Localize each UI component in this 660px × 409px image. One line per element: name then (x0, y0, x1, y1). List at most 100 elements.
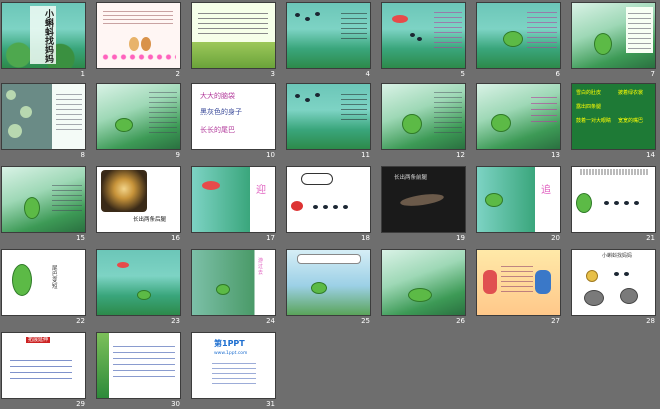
slide-number: 29 (76, 400, 85, 408)
slide-thumb-11[interactable]: 11 (287, 84, 370, 159)
slide-thumb-4[interactable]: 4 (287, 3, 370, 78)
slide-thumb-5[interactable]: 5 (382, 3, 465, 78)
slide-8-preview (2, 84, 85, 149)
slide-number: 6 (555, 70, 560, 78)
slide-number: 23 (171, 317, 180, 325)
slide-number: 10 (266, 151, 275, 159)
slide-number: 19 (456, 234, 465, 242)
slide-thumb-25[interactable]: 25 (287, 250, 370, 325)
slide-thumb-8[interactable]: 8 (2, 84, 85, 159)
slide-number: 22 (76, 317, 85, 325)
slide-thumb-1[interactable]: 小蝌蚪找妈妈 1 (2, 3, 85, 78)
slide-thumb-6[interactable]: 6 (477, 3, 560, 78)
slide-13-preview (477, 84, 560, 149)
slide-22-preview: 尾巴变短 (2, 250, 85, 315)
slide-number: 25 (361, 317, 370, 325)
slide-10-line-3: 长长的尾巴 (200, 126, 235, 134)
slide-31-logo: 第1PPT (214, 339, 245, 348)
slide-5-preview (382, 3, 465, 68)
slide-number: 24 (266, 317, 275, 325)
slide-number: 4 (365, 70, 370, 78)
slide-7-preview (572, 3, 655, 68)
slide-thumb-10[interactable]: 大大的脑袋 黑灰色的身子 长长的尾巴 10 (192, 84, 275, 159)
slide-number: 8 (80, 151, 85, 159)
slide-thumb-17[interactable]: 迎 17 (192, 167, 275, 242)
slide-thumb-31[interactable]: 第1PPT www.1ppt.com 31 (192, 333, 275, 408)
slide-thumb-9[interactable]: 9 (97, 84, 180, 159)
slide-number: 9 (175, 151, 180, 159)
slide-22-caption: 尾巴变短 (52, 266, 58, 290)
slide-thumb-19[interactable]: 长出两条前腿 19 (382, 167, 465, 242)
slide-19-preview: 长出两条前腿 (382, 167, 465, 232)
slide-1-title: 小蝌蚪找妈妈 (43, 9, 53, 63)
slide-number: 13 (551, 151, 560, 159)
slide-24-mark: 游过去 (258, 258, 264, 276)
slide-10-line-1: 大大的脑袋 (200, 92, 235, 100)
slide-2-preview (97, 3, 180, 68)
slide-14-cell-2: 披着绿衣裳 (618, 90, 644, 96)
slide-10-line-2: 黑灰色的身子 (200, 108, 242, 116)
slide-number: 17 (266, 234, 275, 242)
slide-28-preview: 小蝌蚪找妈妈 (572, 250, 655, 315)
slide-9-preview (97, 84, 180, 149)
slide-thumb-3[interactable]: 3 (192, 3, 275, 78)
slide-19-caption: 长出两条前腿 (394, 175, 428, 181)
slide-number: 20 (551, 234, 560, 242)
slide-number: 11 (361, 151, 370, 159)
slide-14-cell-4: 鼓着一对大眼睛 (576, 118, 612, 124)
slide-16-preview: 长出两条后腿 (97, 167, 180, 232)
slide-4-preview (287, 3, 370, 68)
slide-14-preview: 雪白的肚皮 披着绿衣裳 露出四条腿 鼓着一对大眼睛 宽宽的嘴巴 (572, 84, 655, 149)
slide-thumb-12[interactable]: 12 (382, 84, 465, 159)
slide-29-preview: 拓展延伸 (2, 333, 85, 398)
slide-26-preview (382, 250, 465, 315)
slide-thumb-23[interactable]: 23 (97, 250, 180, 325)
slide-number: 2 (175, 70, 180, 78)
slide-17-mark: 迎 (256, 185, 266, 196)
slide-thumb-30[interactable]: 30 (97, 333, 180, 408)
slide-number: 3 (270, 70, 275, 78)
slide-31-url: www.1ppt.com (214, 351, 248, 356)
slide-thumb-24[interactable]: 游过去 24 (192, 250, 275, 325)
slide-number: 27 (551, 317, 560, 325)
slide-thumb-27[interactable]: 27 (477, 250, 560, 325)
slide-number: 21 (646, 234, 655, 242)
slide-number: 28 (646, 317, 655, 325)
slide-thumb-16[interactable]: 长出两条后腿 16 (97, 167, 180, 242)
slide-thumb-20[interactable]: 追 20 (477, 167, 560, 242)
slide-15-preview (2, 167, 85, 232)
slide-14-cell-1: 雪白的肚皮 (576, 90, 602, 96)
slide-number: 7 (650, 70, 655, 78)
slide-11-preview (287, 84, 370, 149)
slide-31-preview: 第1PPT www.1ppt.com (192, 333, 275, 398)
slide-number: 26 (456, 317, 465, 325)
slide-10-preview: 大大的脑袋 黑灰色的身子 长长的尾巴 (192, 84, 275, 149)
slide-17-preview: 迎 (192, 167, 275, 232)
slide-thumb-18[interactable]: 18 (287, 167, 370, 242)
slide-thumb-21[interactable]: 21 (572, 167, 655, 242)
slide-thumb-14[interactable]: 雪白的肚皮 披着绿衣裳 露出四条腿 鼓着一对大眼睛 宽宽的嘴巴 14 (572, 84, 655, 159)
slide-thumb-26[interactable]: 26 (382, 250, 465, 325)
slide-number: 1 (80, 70, 85, 78)
slide-thumb-2[interactable]: 2 (97, 3, 180, 78)
slide-number: 31 (266, 400, 275, 408)
slide-16-caption: 长出两条后腿 (133, 217, 167, 223)
slide-30-preview (97, 333, 180, 398)
slide-thumb-13[interactable]: 13 (477, 84, 560, 159)
slide-thumb-15[interactable]: 15 (2, 167, 85, 242)
slide-thumb-7[interactable]: 7 (572, 3, 655, 78)
slide-thumb-29[interactable]: 拓展延伸 29 (2, 333, 85, 408)
slide-thumb-22[interactable]: 尾巴变短 22 (2, 250, 85, 325)
slide-12-preview (382, 84, 465, 149)
slide-3-preview (192, 3, 275, 68)
slide-number: 18 (361, 234, 370, 242)
slide-21-preview (572, 167, 655, 232)
slide-thumb-28[interactable]: 小蝌蚪找妈妈 28 (572, 250, 655, 325)
slide-29-title: 拓展延伸 (26, 337, 51, 343)
slide-sorter: 小蝌蚪找妈妈 1 2 3 4 5 6 7 8 9 大大的脑袋 黑灰色的身子 长长… (0, 0, 660, 409)
slide-number: 30 (171, 400, 180, 408)
slide-24-preview: 游过去 (192, 250, 275, 315)
slide-number: 14 (646, 151, 655, 159)
slide-number: 5 (460, 70, 465, 78)
slide-6-preview (477, 3, 560, 68)
